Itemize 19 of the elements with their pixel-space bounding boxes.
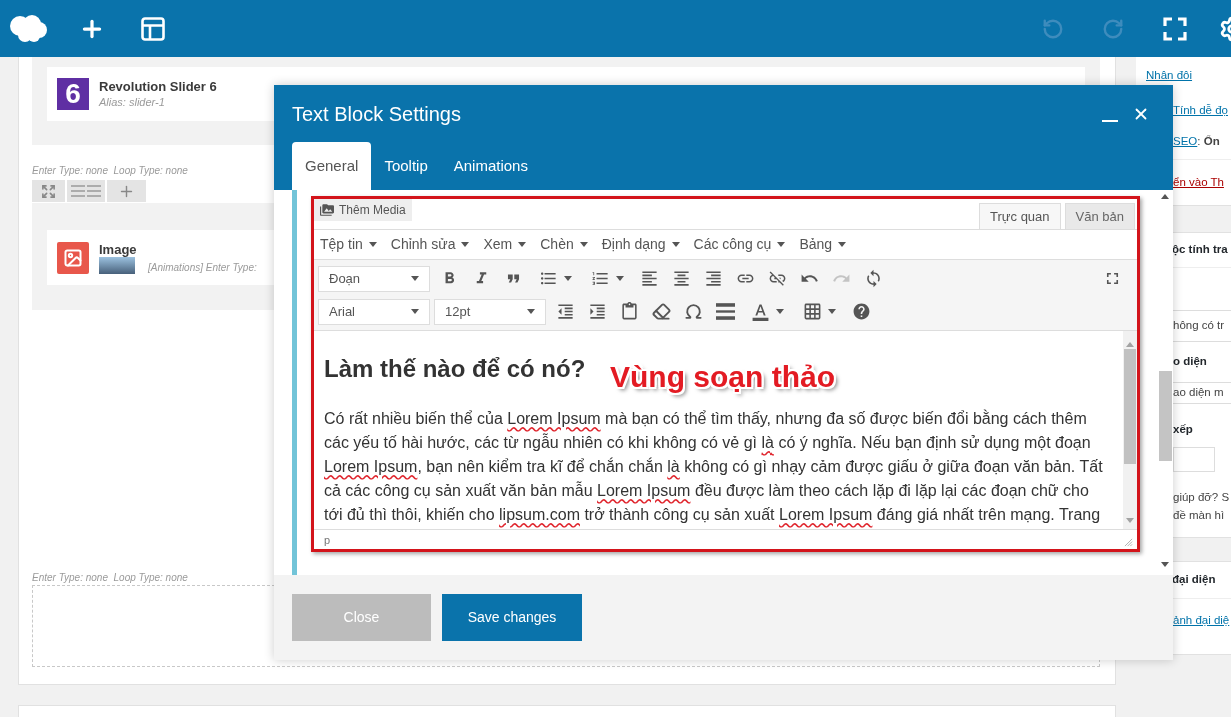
section-meta: Enter Type: none Loop Type: none [32,572,188,584]
element-subtitle: [Animations] Enter Type: [148,261,257,274]
element-title: Revolution Slider 6 [99,79,217,95]
element-path: p [324,533,331,546]
help-text: giúp đỡ? S [1173,490,1230,505]
seo-score-text: : Ổn [1197,134,1220,149]
field-label: o diện [1173,354,1207,370]
section-meta: Enter Type: none Loop Type: none [32,165,188,177]
field-label: xếp [1173,422,1193,437]
annotation-label: Vùng soạn thảo [610,359,835,395]
dialog-title: Text Block Settings [292,101,461,126]
logo-badge: 6 [57,78,89,110]
box-title: đại diện [1172,572,1216,588]
content-heading: Làm thế nào để có nó? [324,355,586,383]
element-subtitle: Alias: slider-1 [99,95,165,109]
content-paragraph: Có rất nhiều biến thể của Lorem Ipsum mà bạn có thể tìm thấy, nhưng đa số được biến đổi bằng cách thêm các yếu tố hài hước, các từ ngẫu nhiên có khi không có vẻ gì là có ý nghĩa. Nếu bạn định sử dụng một đoạn Lorem Ipsum, bạn nên kiểm tra kĩ để chắn chắn là không có gì nhạy cảm được giấu ở giữa đoạn văn bản. Tất cả các công cụ sản xuất văn bản mẫu Lorem Ipsum đều được làm theo cách lặp đi lặp lại các đoạn chữ cho tới đủ thì thôi, khiến cho lipsum.com trở thành công cụ sản xuất Lorem Ipsum đáng giá nhất trên mạng. Trang [324,408,1104,525]
box-title: ộc tính tra [1172,242,1228,258]
help-text: đề màn hì [1173,508,1225,523]
element-title: Image [99,241,137,257]
